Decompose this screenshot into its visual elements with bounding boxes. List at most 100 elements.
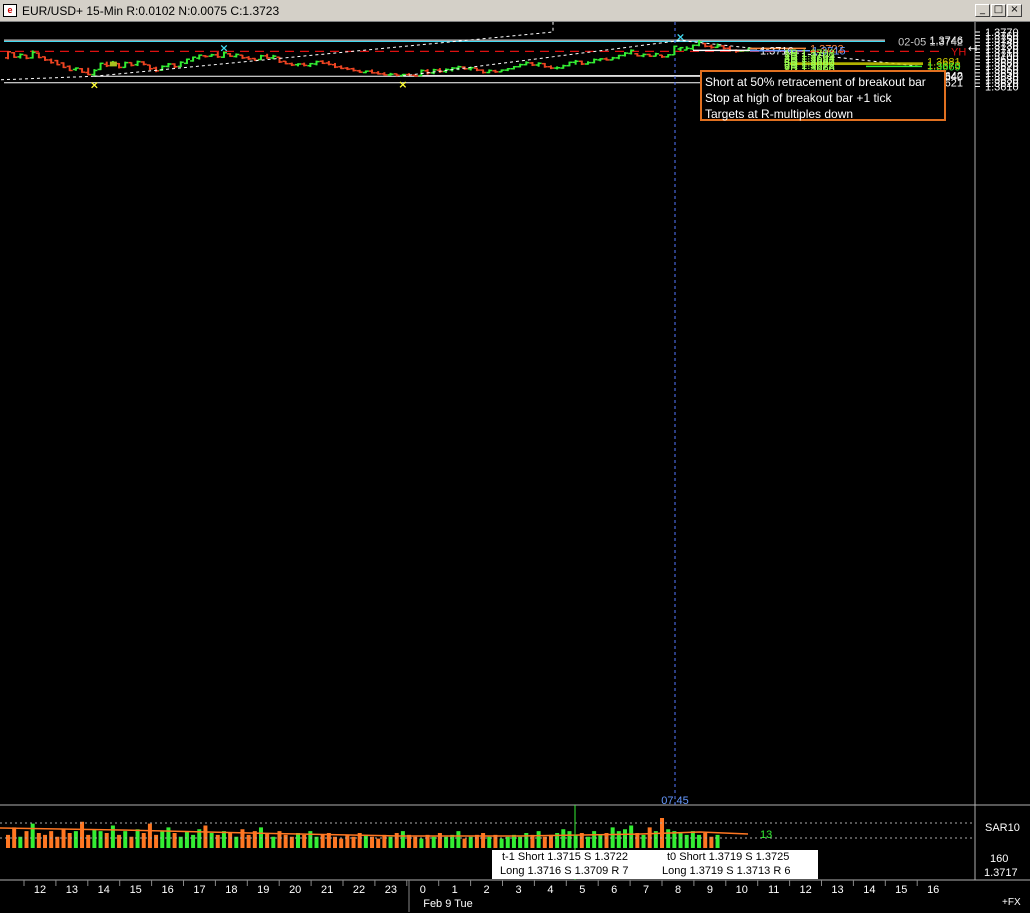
time-tick-label: 20 [289,884,301,896]
volume-bar [493,834,498,848]
price-bar [97,62,104,71]
swing-low-marker-icon: × [90,78,99,91]
time-tick-label: 21 [321,884,333,896]
volume-bar [302,834,307,848]
price-bar [332,62,339,69]
time-tick-label: 8 [675,884,681,896]
price-bar [455,65,462,71]
price-bar [609,56,616,61]
price-bar [572,59,579,65]
price-bar [319,60,326,65]
chart-window-icon[interactable]: e [3,4,17,17]
volume-bar [320,834,325,848]
volume-bar [672,831,677,848]
volume-bar [104,833,109,848]
volume-bar [184,831,189,848]
price-bar [480,69,487,74]
price-bar [603,57,610,61]
price-bar [517,63,524,68]
volume-bar [678,833,683,848]
time-tick-label: 5 [579,884,585,896]
price-tick-label: 1.3610 [985,81,1019,93]
volume-bar [407,834,412,848]
price-bar [356,69,363,73]
price-bar [288,62,295,67]
price-bar [190,56,197,62]
time-tick-label: 0 [420,884,426,896]
trade-t0-short: t0 Short 1.3719 S 1.3725 [667,851,790,863]
price-bar [677,46,684,52]
maximize-icon[interactable]: □ [991,4,1006,17]
time-tick-label: 23 [385,884,397,896]
price-chart[interactable]: 1.374602-05 1.374202-08 1.364202-08 1.36… [0,22,1030,913]
price-bar [23,54,30,60]
time-tick-label: 3 [515,884,521,896]
time-tick-label: 16 [161,884,173,896]
price-bar [473,67,480,72]
volume-bar [154,834,159,848]
price-bar [17,53,24,59]
price-bar [615,54,622,60]
time-tick-label: 11 [768,884,779,896]
price-bar [325,60,332,66]
volume-bar [339,838,344,848]
price-bar [622,52,628,57]
volume-bar [641,834,646,848]
price-bar [202,55,209,58]
price-axis: 1.37701.37601.37501.37401.37301.37201.37… [968,27,1019,93]
volume-bar [123,831,128,848]
volume-bar [283,834,288,848]
price-bar [307,62,314,68]
volume-bar [61,829,66,848]
price-bar [338,65,345,70]
price-bar [646,53,653,57]
price-bar [116,62,123,69]
strategy-note-box: Short at 50% retracement of breakout bar… [700,70,946,121]
volume-bar [30,823,35,848]
price-bar [60,62,67,69]
close-icon[interactable]: × [1007,4,1022,17]
volume-bar [246,834,251,848]
price-bar [498,69,505,73]
window-title: EUR/USD+ 15-Min R:0.0102 N:0.0075 C:1.37… [22,4,280,18]
price-bar [659,54,666,58]
volume-bar [221,831,226,848]
volume-bar [43,834,48,848]
volume-bar [481,833,486,848]
price-bar [541,62,548,68]
price-bar [492,69,499,73]
volume-bar [474,834,479,848]
price-bar [85,67,92,76]
price-bar [42,56,49,61]
time-tick-label: 15 [895,884,907,896]
volume-bar [598,834,603,848]
price-bar [529,61,536,67]
volume-bar [715,834,720,848]
time-tick-label: 9 [707,884,713,896]
time-tick-label: 10 [736,884,748,896]
price-bar [381,72,388,76]
price-bar [554,66,561,70]
volume-bar [703,833,708,848]
time-tick-label: 16 [927,884,939,896]
time-tick-label: 13 [831,884,843,896]
minimize-icon[interactable]: _ [975,4,990,17]
volume-bar [73,831,78,848]
time-marker-label: 07:45 [661,795,689,807]
price-bar [708,44,715,49]
price-bar [350,67,357,72]
price-bar [103,61,110,68]
time-tick-label: 19 [257,884,269,896]
volume-bar [450,834,455,848]
price-bar [634,53,641,57]
price-bar [282,60,289,65]
window-titlebar[interactable]: e EUR/USD+ 15-Min R:0.0102 N:0.0075 C:1.… [0,0,1030,22]
volume-bar [536,831,541,848]
volume-bar [363,834,368,848]
volume-bar [135,829,140,848]
swing-low-marker-icon: × [398,78,407,91]
volume-bar [141,833,146,848]
time-tick-label: 22 [353,884,365,896]
volume-bar [382,834,387,848]
trade-summary-panel: t-1 Short 1.3715 S 1.3722 Long 1.3716 S … [492,850,818,879]
